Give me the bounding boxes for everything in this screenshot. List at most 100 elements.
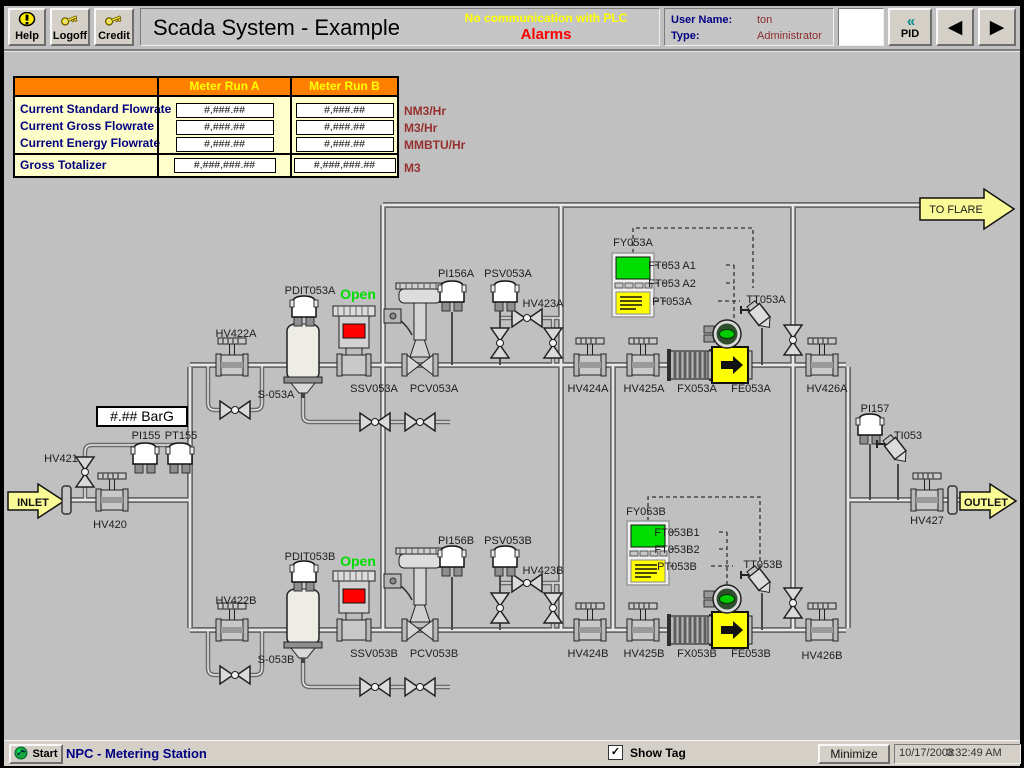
transmitter-pi156b	[438, 546, 466, 576]
drain-valve-a1[interactable]	[360, 413, 390, 431]
flow-transmitter-b	[704, 585, 741, 613]
diagram-components: TO FLARE INLET OUTLET PI155 PT155 HV421 HV420 H…	[17, 204, 1008, 696]
diagram-label: HV422B	[216, 595, 257, 607]
diagram-label: FT053B2	[654, 544, 699, 556]
drain-valve-b1[interactable]	[360, 678, 390, 696]
diagram-label: FX053B	[677, 648, 717, 660]
valve-ssv053a[interactable]	[333, 306, 375, 376]
relief-psv053a	[491, 281, 519, 311]
valve-hv421[interactable]	[76, 457, 94, 487]
diagram-label: FY053A	[613, 237, 653, 249]
diagram-label: SSV053A	[350, 383, 398, 395]
diagram-label: HV421	[44, 453, 78, 465]
valve-hv427[interactable]	[911, 473, 943, 511]
show-tag-label: Show Tag	[630, 746, 686, 760]
diagram-label: HV423A	[523, 298, 565, 310]
valve-hv424a[interactable]	[574, 338, 606, 376]
diagram-label: HV423B	[523, 565, 564, 577]
diagram-label: TT053B	[743, 559, 782, 571]
valve-hv425a[interactable]	[627, 338, 659, 376]
drain-valve-a2[interactable]	[405, 413, 435, 431]
valve-hv426b[interactable]	[806, 603, 838, 641]
flow-element-fe053a[interactable]	[708, 347, 752, 383]
diagram-label: PT053A	[652, 296, 692, 308]
diagram-label: HV424B	[568, 648, 609, 660]
diagram-label: SSV053B	[350, 648, 398, 660]
diagram-label: FY053B	[626, 506, 666, 518]
flow-transmitter-a	[704, 320, 741, 348]
scada-screen: Help Logoff Credit Scada System - Exampl…	[0, 0, 1024, 768]
outlet-flange	[948, 486, 957, 514]
diagram-label: FT053 A2	[648, 278, 696, 290]
diagram-label: FT053B1	[654, 527, 699, 539]
diagram-label: TI053	[894, 430, 922, 442]
diagram-label: PT155	[165, 430, 197, 442]
diagram-label: HV425A	[624, 383, 666, 395]
diagram-label: HV420	[93, 519, 127, 531]
diagram-label: FE053A	[731, 383, 771, 395]
valve-hv425b[interactable]	[627, 603, 659, 641]
start-label: Start	[32, 748, 57, 760]
diagram-label: PDIT053A	[285, 285, 336, 297]
separator-s053a	[284, 317, 322, 398]
show-tag-checkbox[interactable]: ✓	[608, 745, 623, 760]
diagram-label: OUTLET	[964, 497, 1008, 509]
relief-psv053b	[491, 546, 519, 576]
vent-valve-b[interactable]	[784, 588, 802, 618]
valve-hv424b[interactable]	[574, 603, 606, 641]
diagram-label: HV427	[910, 515, 944, 527]
diagram-label: S-053A	[258, 389, 295, 401]
diagram-label: PI155	[132, 430, 161, 442]
diagram-label: Open	[340, 553, 376, 569]
flow-straightener-fx053a	[667, 349, 713, 381]
flow-element-fe053b[interactable]	[708, 612, 752, 648]
valve-hv426a[interactable]	[806, 338, 838, 376]
valve-hv420[interactable]	[96, 473, 128, 511]
start-button[interactable]: Start	[9, 744, 63, 764]
diagram-label: FX053A	[677, 383, 717, 395]
transmitter-pt155	[166, 443, 194, 473]
datetime-display: 10/17/20080:32:49 AM	[894, 744, 1021, 764]
diagram-label: INLET	[17, 497, 49, 509]
diagram-label: PSV053B	[484, 535, 532, 547]
psv-isolation-a1[interactable]	[491, 328, 509, 358]
diagram-label: PDIT053B	[285, 551, 336, 563]
vent-valve-a[interactable]	[784, 325, 802, 355]
diagram-label: TO FLARE	[929, 204, 983, 216]
time-value: 0:32:49 AM	[946, 747, 1002, 759]
psv-isolation-b1[interactable]	[491, 593, 509, 623]
station-title: NPC - Metering Station	[66, 746, 207, 761]
diagram-label: TT053A	[746, 294, 786, 306]
diagram-label: HV424A	[568, 383, 610, 395]
diagram-label: HV425B	[624, 648, 665, 660]
diagram-label: PI156B	[438, 535, 474, 547]
start-icon	[14, 746, 28, 763]
show-tag-control: ✓ Show Tag	[608, 745, 686, 760]
inlet-flange	[62, 486, 71, 514]
diagram-label: PCV053B	[410, 648, 458, 660]
valve-hv423a[interactable]	[512, 309, 542, 327]
diagram-label: S-053B	[258, 654, 295, 666]
bypass-valve-a[interactable]	[220, 401, 250, 419]
diagram-label: HV426B	[802, 650, 843, 662]
valve-hv422b[interactable]	[216, 603, 248, 641]
diagram-label: Open	[340, 286, 376, 302]
diagram-label: PI156A	[438, 268, 475, 280]
diagram-label: HV422A	[216, 328, 258, 340]
valve-hv422a[interactable]	[216, 338, 248, 376]
transmitter-pi155	[131, 443, 159, 473]
taskbar: Start NPC - Metering Station ✓ Show Tag …	[4, 740, 1020, 766]
separator-s053b	[284, 582, 322, 663]
diagram-label: PCV053A	[410, 383, 459, 395]
diagram-label: PI157	[861, 403, 890, 415]
diagram-label: PSV053A	[484, 268, 532, 280]
minimize-button[interactable]: Minimize	[818, 744, 890, 764]
transmitter-pi156a	[438, 281, 466, 311]
diagram-label: HV426A	[807, 383, 849, 395]
diagram-label: FE053B	[731, 648, 771, 660]
diagram-svg: TO FLAREINLETOUTLETPI155PT155HV421HV420H…	[0, 0, 1024, 768]
drain-valve-b2[interactable]	[405, 678, 435, 696]
diagram-label: FT053 A1	[648, 260, 696, 272]
valve-ssv053b[interactable]	[333, 571, 375, 641]
bypass-valve-b[interactable]	[220, 666, 250, 684]
